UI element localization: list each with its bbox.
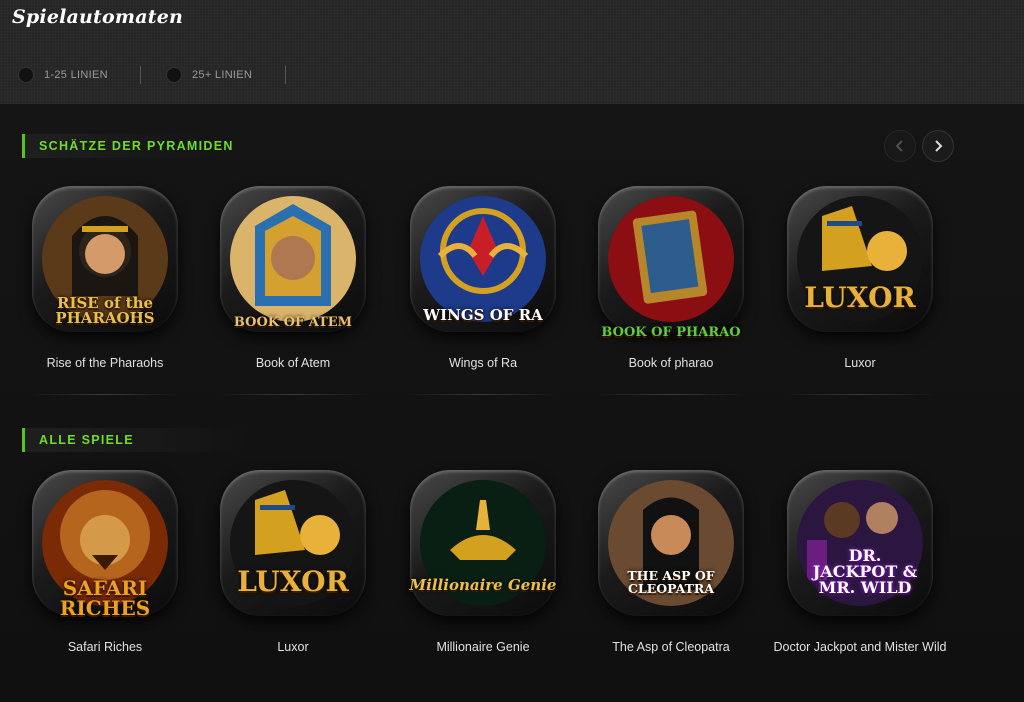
section-title-text: ALLE SPIELE (39, 433, 134, 447)
game-name: Luxor (277, 640, 309, 654)
game-tile-luxor[interactable]: LUXOR Luxor (775, 186, 945, 416)
filter-label: 25+ LINIEN (192, 69, 253, 81)
game-logo: BOOK OF ATEM (233, 315, 353, 330)
divider (30, 394, 180, 395)
page-title: Spielautomaten (12, 6, 183, 28)
section-title-text: SCHÄTZE DER PYRAMIDEN (39, 139, 234, 153)
game-logo: WINGS OF RA (423, 306, 543, 324)
divider (596, 394, 746, 395)
game-name: Millionaire Genie (436, 640, 530, 654)
game-tile-the-asp-of-cleopatra[interactable]: THE ASP OF CLEOPATRA The Asp of Cleopatr… (586, 470, 756, 700)
game-tile-millionaire-genie[interactable]: Millionaire Genie Millionaire Genie (398, 470, 568, 700)
divider (408, 394, 558, 395)
game-logo: SAFARI RICHES (59, 576, 151, 620)
carousel-prev-button[interactable] (884, 130, 916, 162)
game-thumbnail (230, 196, 356, 322)
game-thumbnail (608, 196, 734, 322)
game-thumbnail (420, 196, 546, 322)
chevron-right-icon (935, 140, 943, 152)
game-logo: THE ASP OF CLEOPATRA (627, 568, 715, 596)
game-logo: Millionaire Genie (409, 576, 557, 594)
game-name: Rise of the Pharaohs (46, 356, 164, 370)
game-tile-doctor-jackpot-and-mister-wild[interactable]: DR. JACKPOT & MR. WILD Doctor Jackpot an… (774, 470, 946, 700)
divider (285, 66, 286, 84)
game-name: Book of Atem (255, 356, 331, 370)
game-tile-rise-of-the-pharaohs[interactable]: RISE of the PHARAOHS Rise of the Pharaoh… (20, 186, 190, 416)
divider (218, 394, 368, 395)
game-logo: LUXOR (804, 281, 916, 314)
radio-icon[interactable] (166, 67, 182, 83)
game-name: Wings of Ra (448, 356, 518, 370)
game-name: Luxor (844, 356, 876, 370)
filter-25-plus-lines[interactable]: 25+ LINIEN (166, 66, 252, 84)
radio-icon[interactable] (18, 67, 34, 83)
game-logo: LUXOR (237, 565, 349, 598)
game-name: Book of pharao (628, 356, 714, 370)
divider (785, 394, 935, 395)
game-tile-wings-of-ra[interactable]: WINGS OF RA Wings of Ra (398, 186, 568, 416)
chevron-left-icon (895, 140, 903, 152)
game-logo: DR. JACKPOT & MR. WILD (812, 546, 918, 597)
game-logo: RISE of the PHARAOHS (55, 294, 155, 327)
game-name: Doctor Jackpot and Mister Wild (773, 640, 947, 654)
game-name: The Asp of Cleopatra (612, 640, 730, 654)
game-name: Safari Riches (67, 640, 143, 654)
game-tile-safari-riches[interactable]: SAFARI RICHES Safari Riches (20, 470, 190, 700)
header-bar: Spielautomaten 1-25 LINIEN 25+ LINIEN (0, 0, 1024, 104)
divider (140, 66, 141, 84)
filter-1-25-lines[interactable]: 1-25 LINIEN (18, 66, 108, 84)
game-tile-book-of-atem[interactable]: BOOK OF ATEM Book of Atem (208, 186, 378, 416)
filter-label: 1-25 LINIEN (44, 69, 108, 81)
carousel-next-button[interactable] (922, 130, 954, 162)
game-tile-luxor[interactable]: LUXOR Luxor (208, 470, 378, 700)
section-title-pyramids: SCHÄTZE DER PYRAMIDEN (22, 134, 252, 158)
game-tile-book-of-pharao[interactable]: BOOK OF PHARAO Book of pharao (586, 186, 756, 416)
game-logo: BOOK OF PHARAO (601, 325, 741, 340)
section-title-all-games: ALLE SPIELE (22, 428, 252, 452)
